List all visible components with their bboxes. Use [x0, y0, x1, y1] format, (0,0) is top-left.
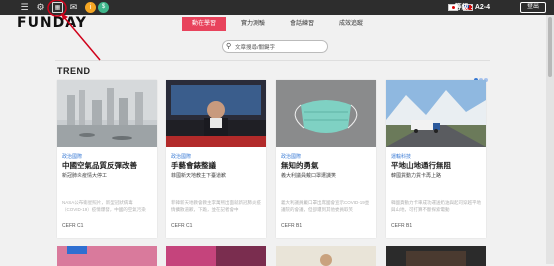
annotation-circle: [47, 0, 67, 17]
annotation-arrow-head: [61, 13, 68, 20]
annotation-overlay: [47, 0, 101, 61]
annotation-arrow-line: [62, 15, 101, 61]
